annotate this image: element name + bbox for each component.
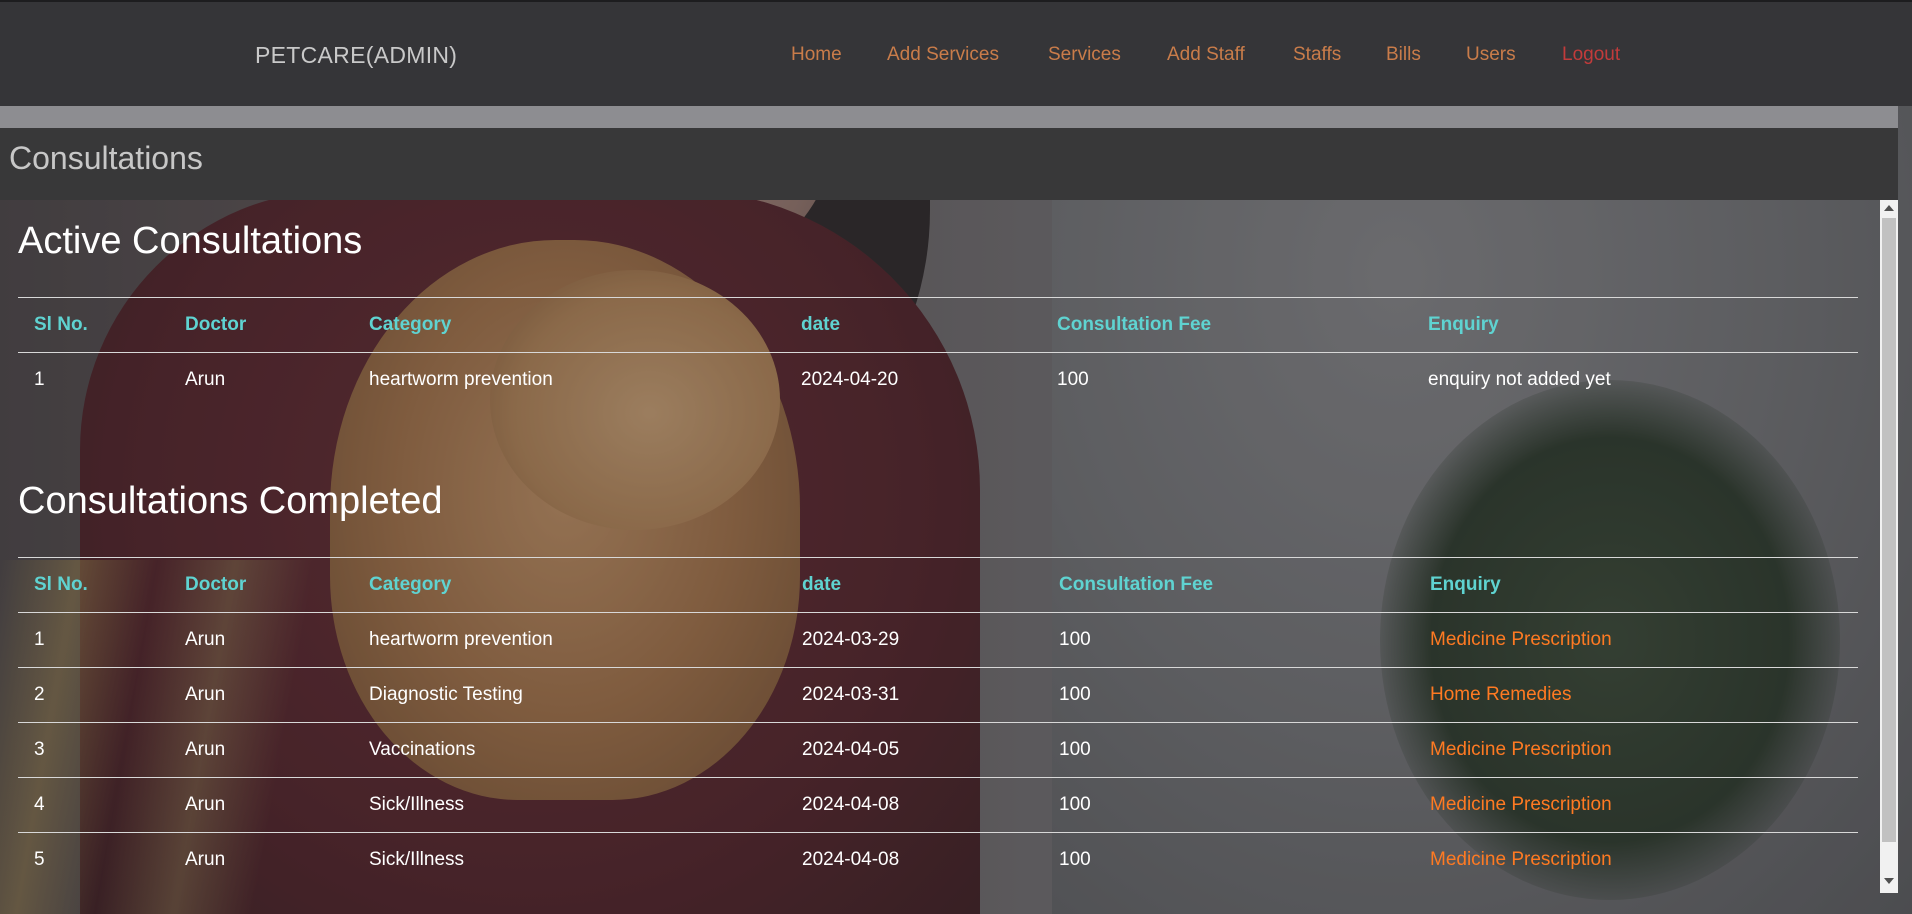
brand-title: PETCARE(ADMIN) [255,42,458,68]
cell-sl: 2 [34,684,45,705]
table-row: 3 Arun Vaccinations 2024-04-05 100 Medic… [18,722,1858,778]
cell-category: Sick/Illness [369,794,465,815]
cell-doctor: Arun [185,849,226,870]
cell-category: Diagnostic Testing [369,684,523,705]
active-consultations-table: Sl No. Doctor Category date Consultation… [18,297,1858,407]
col-header-sl: Sl No. [34,574,88,595]
cell-fee: 100 [1059,849,1091,870]
enquiry-link[interactable]: Medicine Prescription [1430,849,1612,870]
cell-fee: 100 [1059,794,1091,815]
col-header-date: date [801,314,841,335]
cell-date: 2024-04-20 [801,369,899,390]
cell-sl: 5 [34,849,45,870]
cell-doctor: Arun [185,684,226,705]
col-header-doctor: Doctor [185,314,247,335]
col-header-enquiry: Enquiry [1430,574,1501,595]
header-separator [0,106,1898,128]
table-header-row: Sl No. Doctor Category date Consultation… [18,557,1858,613]
nav-users-link[interactable]: Users [1466,44,1516,66]
scroll-down-arrow-icon[interactable] [1884,878,1894,884]
cell-fee: 100 [1059,739,1091,760]
cell-doctor: Arun [185,794,226,815]
cell-doctor: Arun [185,369,226,390]
cell-sl: 4 [34,794,45,815]
cell-category: heartworm prevention [369,369,553,390]
top-navbar: PETCARE(ADMIN) Home Add Services Service… [0,0,1912,106]
active-consultations-heading: Active Consultations [18,220,363,262]
cell-category: Vaccinations [369,739,476,760]
cell-category: Sick/Illness [369,849,465,870]
cell-fee: 100 [1057,369,1089,390]
nav-services-link[interactable]: Services [1048,44,1121,66]
cell-date: 2024-03-31 [802,684,900,705]
cell-enquiry: enquiry not added yet [1428,369,1611,390]
table-row: 1 Arun heartworm prevention 2024-04-20 1… [18,352,1858,408]
cell-date: 2024-03-29 [802,629,900,650]
table-row: 1 Arun heartworm prevention 2024-03-29 1… [18,612,1858,668]
cell-fee: 100 [1059,629,1091,650]
cell-date: 2024-04-08 [802,849,900,870]
nav-staffs-link[interactable]: Staffs [1293,44,1341,66]
scroll-up-arrow-icon[interactable] [1884,205,1894,211]
nav-add-staff-link[interactable]: Add Staff [1167,44,1245,66]
cell-date: 2024-04-05 [802,739,900,760]
cell-fee: 100 [1059,684,1091,705]
cell-date: 2024-04-08 [802,794,900,815]
table-row: 2 Arun Diagnostic Testing 2024-03-31 100… [18,667,1858,723]
col-header-doctor: Doctor [185,574,247,595]
cell-doctor: Arun [185,739,226,760]
cell-sl: 1 [34,369,45,390]
col-header-category: Category [369,314,452,335]
page-title: Consultations [9,140,203,176]
cell-category: heartworm prevention [369,629,553,650]
completed-consultations-heading: Consultations Completed [18,480,443,522]
cell-sl: 3 [34,739,45,760]
col-header-fee: Consultation Fee [1057,314,1212,335]
enquiry-link[interactable]: Medicine Prescription [1430,739,1612,760]
table-row: 5 Arun Sick/Illness 2024-04-08 100 Medic… [18,832,1858,888]
cell-sl: 1 [34,629,45,650]
col-header-fee: Consultation Fee [1059,574,1214,595]
cell-doctor: Arun [185,629,226,650]
enquiry-link[interactable]: Medicine Prescription [1430,629,1612,650]
col-header-date: date [802,574,842,595]
nav-bills-link[interactable]: Bills [1386,44,1421,66]
table-row: 4 Arun Sick/Illness 2024-04-08 100 Medic… [18,777,1858,833]
page-title-bar [0,128,1898,200]
scrollbar-thumb[interactable] [1882,218,1896,842]
enquiry-link[interactable]: Medicine Prescription [1430,794,1612,815]
nav-add-services-link[interactable]: Add Services [887,44,999,66]
col-header-category: Category [369,574,452,595]
col-header-sl: Sl No. [34,314,88,335]
enquiry-link[interactable]: Home Remedies [1430,684,1572,705]
table-header-row: Sl No. Doctor Category date Consultation… [18,297,1858,353]
nav-logout-link[interactable]: Logout [1562,44,1620,66]
completed-consultations-table: Sl No. Doctor Category date Consultation… [18,557,1858,887]
nav-home-link[interactable]: Home [791,44,842,66]
col-header-enquiry: Enquiry [1428,314,1499,335]
